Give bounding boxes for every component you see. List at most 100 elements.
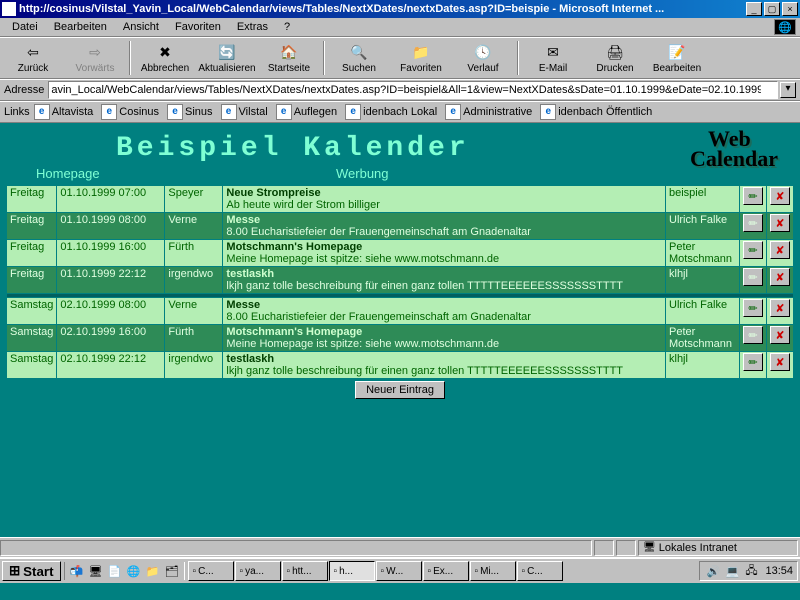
taskbar-task[interactable]: ▫C... [517,561,563,581]
edit-row-button[interactable]: ✏ [743,268,763,286]
delete-row-button[interactable]: ✘ [770,187,790,205]
ql-icon-2[interactable]: 🖥 [87,562,105,580]
taskbar-task[interactable]: ▫C... [188,561,234,581]
ql-icon-3[interactable]: 📄 [106,562,124,580]
menu-help[interactable]: ? [276,19,298,35]
favorites-button[interactable]: 📁Favoriten [390,38,452,78]
tray-icon-1[interactable]: 🔊 [704,562,722,580]
cell-day: Freitag [7,267,57,294]
cell-datetime: 01.10.1999 07:00 [57,186,165,213]
cell-owner: klhjl [666,352,740,379]
address-bar: Adresse ▾ [0,79,800,101]
webcalendar-logo: WebCalendar [708,129,778,169]
refresh-button[interactable]: 🔄Aktualisieren [196,38,258,78]
cell-description: Neue StrompreiseAb heute wird der Strom … [223,186,666,213]
delete-row-button[interactable]: ✘ [770,214,790,232]
edit-row-button[interactable]: ✏ [743,299,763,317]
history-button[interactable]: 🕓Verlauf [452,38,514,78]
taskbar-task[interactable]: ▫Mi... [470,561,516,581]
taskbar-tasks: ▫C...▫ya...▫htt...▫h...▫W...▫Ex...▫Mi...… [188,561,563,581]
edit-row-button[interactable]: ✏ [743,353,763,371]
menu-datei[interactable]: Datei [4,19,46,35]
cell-location: Speyer [165,186,223,213]
menu-bearbeiten[interactable]: Bearbeiten [46,19,115,35]
page-title: Beispiel Kalender [6,127,794,166]
back-button[interactable]: ⇦Zurück [2,38,64,78]
mail-icon: ✉ [543,43,563,63]
forward-button[interactable]: ⇨Vorwärts [64,38,126,78]
taskbar-task[interactable]: ▫htt... [282,561,328,581]
taskbar-task[interactable]: ▫W... [376,561,422,581]
address-go-button[interactable]: ▾ [780,82,796,98]
edit-row-button[interactable]: ✏ [743,241,763,259]
task-icon: ▫ [428,566,432,577]
status-pane-2 [616,540,636,556]
task-icon: ▫ [193,566,197,577]
cell-datetime: 02.10.1999 16:00 [57,325,165,352]
menu-extras[interactable]: Extras [229,19,276,35]
start-button[interactable]: ⊞Start [2,561,61,581]
favorites-icon: 📁 [411,43,431,63]
menu-favoriten[interactable]: Favoriten [167,19,229,35]
taskbar-task[interactable]: ▫Ex... [423,561,469,581]
delete-row-button[interactable]: ✘ [770,268,790,286]
table-row: Samstag02.10.1999 16:00FürthMotschmann's… [7,325,794,352]
delete-row-button[interactable]: ✘ [770,299,790,317]
ql-icon-5[interactable]: 📁 [144,562,162,580]
link-auflegen[interactable]: Auflegen [276,104,337,120]
new-entry-button[interactable]: Neuer Eintrag [355,381,445,399]
cell-owner: beispiel [666,186,740,213]
history-icon: 🕓 [473,43,493,63]
delete-row-button[interactable]: ✘ [770,326,790,344]
taskbar: ⊞Start 📬 🖥 📄 🌐 📁 🗂 ▫C...▫ya...▫htt...▫h.… [0,557,800,583]
close-button[interactable]: × [782,2,798,16]
mail-button[interactable]: ✉E-Mail [522,38,584,78]
ql-icon-4[interactable]: 🌐 [125,562,143,580]
search-icon: 🔍 [349,43,369,63]
menu-ansicht[interactable]: Ansicht [115,19,167,35]
link-cosinus[interactable]: Cosinus [101,104,159,120]
delete-row-button[interactable]: ✘ [770,353,790,371]
task-icon: ▫ [334,566,338,577]
minimize-button[interactable]: _ [746,2,762,16]
tray-icon-3[interactable]: 🖧 [742,562,760,580]
print-button[interactable]: 🖨Drucken [584,38,646,78]
status-pane-1 [594,540,614,556]
maximize-button[interactable]: ▢ [764,2,780,16]
tray-icon-2[interactable]: 💻 [723,562,741,580]
links-label: Links [4,106,30,118]
link-idenbach-oeff[interactable]: idenbach Öffentlich [540,104,652,120]
home-icon: 🏠 [279,43,299,63]
cell-location: Fürth [165,240,223,267]
link-idenbach-lokal[interactable]: idenbach Lokal [345,104,437,120]
link-sinus[interactable]: Sinus [167,104,213,120]
nav-homepage[interactable]: Homepage [36,166,336,181]
ql-icon-1[interactable]: 📬 [68,562,86,580]
edit-row-button[interactable]: ✏ [743,187,763,205]
status-message [0,540,592,556]
cell-day: Freitag [7,240,57,267]
quick-launch: 📬 🖥 📄 🌐 📁 🗂 [64,562,185,580]
edit-button[interactable]: 📝Bearbeiten [646,38,708,78]
window-title: http://cosinus/Vilstal_Yavin_Local/WebCa… [19,3,746,15]
taskbar-task[interactable]: ▫h... [329,561,375,581]
edit-row-button[interactable]: ✏ [743,326,763,344]
link-vilstal[interactable]: Vilstal [221,104,268,120]
page-content: WebCalendar Beispiel Kalender Homepage W… [0,123,800,537]
search-button[interactable]: 🔍Suchen [328,38,390,78]
task-icon: ▫ [381,566,385,577]
address-input[interactable] [48,81,778,99]
home-button[interactable]: 🏠Startseite [258,38,320,78]
link-altavista[interactable]: Altavista [34,104,94,120]
stop-button[interactable]: ✖Abbrechen [134,38,196,78]
links-bar: Links Altavista Cosinus Sinus Vilstal Au… [0,101,800,123]
delete-row-button[interactable]: ✘ [770,241,790,259]
calendar-table: Freitag01.10.1999 07:00SpeyerNeue Stromp… [6,185,794,379]
print-icon: 🖨 [605,43,625,63]
edit-row-button[interactable]: ✏ [743,214,763,232]
nav-werbung[interactable]: Werbung [336,166,389,181]
link-administrative[interactable]: Administrative [445,104,532,120]
table-row: Freitag01.10.1999 07:00SpeyerNeue Stromp… [7,186,794,213]
ql-icon-6[interactable]: 🗂 [163,562,181,580]
taskbar-task[interactable]: ▫ya... [235,561,281,581]
